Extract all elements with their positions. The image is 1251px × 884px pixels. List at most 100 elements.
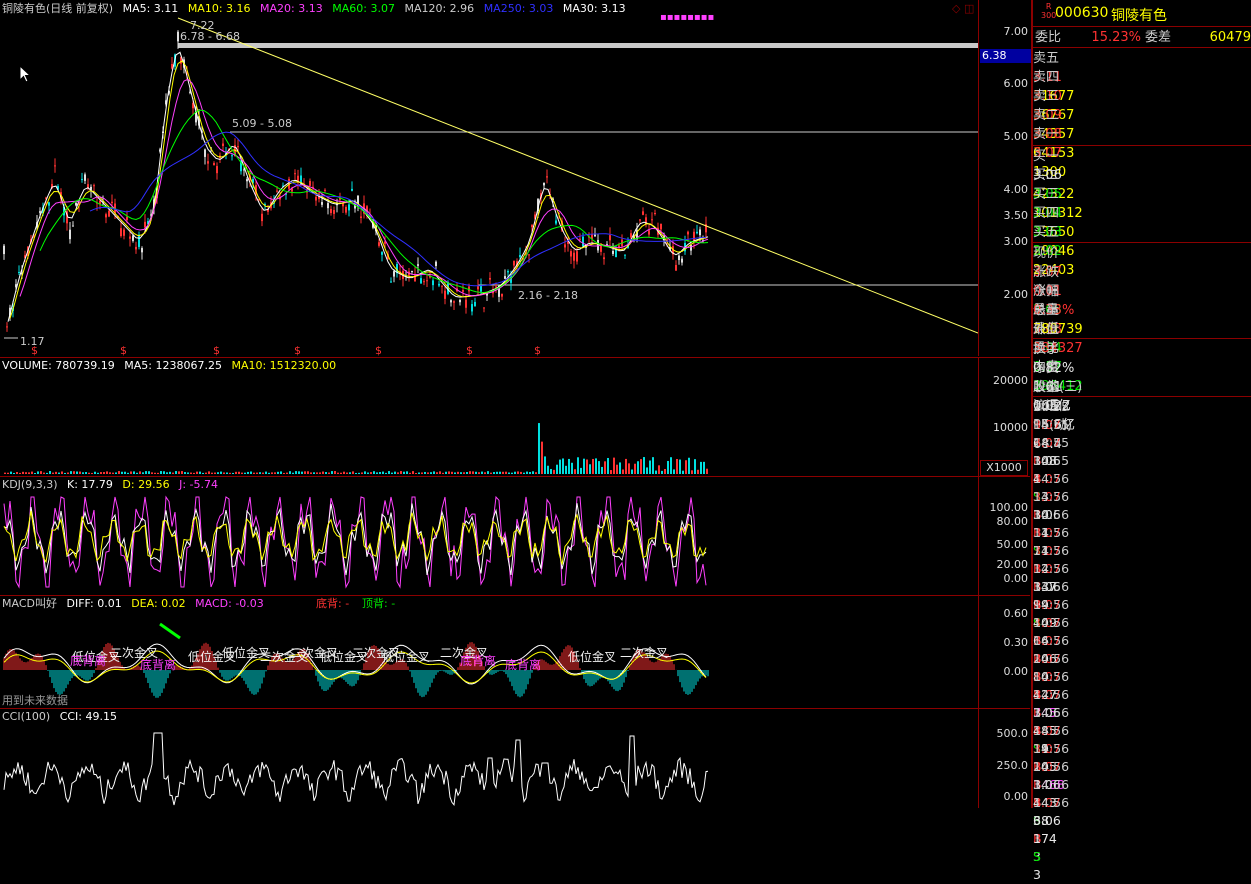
- volume-bar: [409, 472, 411, 474]
- trade-row: 14:56 3.07 1468 B 3: [1033, 740, 1251, 828]
- volume-bar: [595, 458, 597, 474]
- trade-price: 3.06: [1033, 813, 1061, 828]
- volume-bar: [313, 472, 315, 474]
- volume-bar: [34, 472, 36, 474]
- macd-back-label: 底背离: [505, 658, 542, 672]
- volume-bar: [631, 469, 633, 474]
- volume-bar: [403, 471, 405, 474]
- candle: [609, 227, 611, 248]
- volume-bar: [4, 472, 6, 474]
- trade-volume: 174: [1033, 831, 1057, 846]
- candle: [309, 178, 311, 187]
- volume-bar: [208, 471, 210, 474]
- volume-bar: [10, 471, 12, 474]
- volume-bar: [484, 472, 486, 474]
- stat-row: 现价 3.07 今开 3.05: [1033, 244, 1251, 318]
- volume-bar: [547, 465, 549, 474]
- volume-bar: [394, 471, 396, 474]
- trade-time: 14:56: [1033, 561, 1070, 576]
- volume-bar: [382, 471, 384, 474]
- price-axis-label: 2.00: [1003, 288, 1029, 301]
- trade-row: 14:56 3.07 80 B 3: [1033, 632, 1251, 720]
- volume-bar: [91, 472, 93, 474]
- trade-time: 14:56: [1033, 777, 1070, 792]
- candle: [675, 260, 677, 271]
- stat-row: 涨跌 0.01 最高 3.08: [1033, 263, 1251, 337]
- volume-bar: [460, 472, 462, 474]
- volume-bar: [589, 464, 591, 474]
- quote-divider-6: [1033, 396, 1251, 397]
- volume-bar: [16, 472, 18, 474]
- volume-bar: [214, 472, 216, 474]
- sell-row: 卖三 3.09 34357: [1033, 87, 1251, 142]
- quote-panel: R 300 000630 铜陵有色 委比 15.23% 委差 60479 卖五 3…: [1031, 0, 1251, 882]
- stat-label: 涨跌: [1033, 265, 1060, 280]
- volume-bar: [601, 466, 603, 474]
- volume-bar: [634, 463, 636, 474]
- candle: [261, 207, 263, 227]
- volume-bar: [370, 472, 372, 474]
- volume-bar: [493, 472, 495, 474]
- trade-time: 14:56: [1033, 705, 1070, 720]
- cci-axis-label: 250.0: [996, 759, 1029, 772]
- volume-bar: [142, 472, 144, 474]
- weibi-row: 委比 15.23% 委差 60479: [1033, 28, 1251, 47]
- s-mark: $: [213, 344, 220, 357]
- volume-bar: [406, 471, 408, 474]
- volume-bar: [352, 471, 354, 474]
- volume-bar: [400, 471, 402, 474]
- volume-bar: [610, 470, 612, 474]
- volume-bar: [622, 469, 624, 474]
- volume-bar: [223, 472, 225, 474]
- volume-bar: [682, 470, 684, 474]
- volume-axis-20000: 20000: [993, 374, 1028, 387]
- candle: [564, 236, 566, 253]
- volume-bar: [397, 472, 399, 474]
- volume-bar: [310, 472, 312, 474]
- volume-bar: [19, 472, 21, 474]
- kdj-axis-label: 20.00: [996, 558, 1029, 571]
- band3-label: 2.16 - 2.18: [518, 289, 578, 302]
- candle: [417, 257, 419, 274]
- price-axis-label: 3.50: [1003, 209, 1029, 222]
- trade-row: 14:56 3.06 31 S 3: [1033, 488, 1251, 576]
- volume-bar: [211, 472, 213, 474]
- volume-bar: [235, 471, 237, 474]
- volume-bar: [25, 472, 27, 474]
- trade-row: 14:56 3.07 68 B 3: [1033, 776, 1251, 864]
- volume-bar: [268, 472, 270, 474]
- s-mark: $: [534, 344, 541, 357]
- candle: [105, 212, 107, 224]
- price-chart[interactable]: ▪▪▪▪▪▪▪▪: [0, 0, 978, 356]
- volume-bar: [616, 464, 618, 474]
- volume-bar: [481, 471, 483, 474]
- volume-bar: [361, 472, 363, 474]
- volume-bar: [499, 471, 501, 474]
- candle: [204, 148, 206, 165]
- volume-bar: [376, 472, 378, 474]
- trade-time: 14:55: [1033, 435, 1070, 450]
- trade-row: 14:56 3.07 206 B 3: [1033, 614, 1251, 702]
- fund-label: 收益(三): [1033, 380, 1083, 395]
- volume-bar: [511, 472, 513, 474]
- volume-bar: [541, 441, 543, 474]
- price-flag: 6.38: [980, 49, 1032, 63]
- volume-bar: [283, 472, 285, 474]
- volume-bar: [130, 471, 132, 474]
- trade-row: 14:55 3.07 33 B 3: [1033, 452, 1251, 540]
- candle: [141, 246, 143, 260]
- volume-bar: [271, 472, 273, 474]
- macd-axis-label: 0.30: [1003, 636, 1029, 649]
- stat-row: 总量 780739 量比 0.57: [1033, 301, 1251, 375]
- volume-bar: [88, 472, 90, 474]
- volume-bar: [607, 457, 609, 474]
- volume-bar: [52, 472, 54, 474]
- volume-bar: [571, 462, 573, 474]
- volume-bar: [178, 471, 180, 474]
- candle: [81, 172, 83, 183]
- candle: [69, 221, 71, 244]
- volume-bar: [586, 459, 588, 474]
- volume-bar: [340, 472, 342, 474]
- trade-side: S: [1033, 849, 1041, 864]
- candle: [462, 283, 464, 297]
